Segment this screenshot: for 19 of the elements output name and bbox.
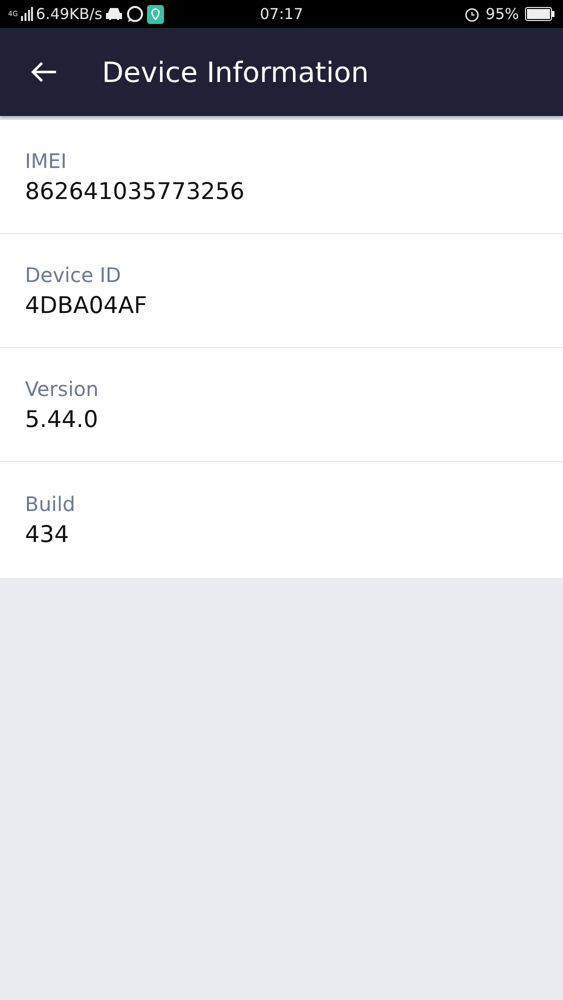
battery-percent: 95% xyxy=(486,5,520,23)
field-value: 862641035773256 xyxy=(25,178,246,204)
network-speed: 6.49KB/s xyxy=(36,5,102,23)
field-label: IMEI xyxy=(25,148,68,172)
field-value: 434 xyxy=(25,522,70,548)
location-app-icon xyxy=(147,4,164,24)
field-value: 4DBA04AF xyxy=(25,292,148,318)
alarm-icon xyxy=(464,6,480,22)
chat-icon xyxy=(126,5,144,23)
field-label: Version xyxy=(25,376,100,400)
battery-icon xyxy=(525,7,556,21)
field-value: 5.44.0 xyxy=(25,406,100,432)
field-label: Build xyxy=(25,492,76,516)
back-arrow-icon xyxy=(31,61,57,83)
signal-icon xyxy=(20,7,33,21)
field-label: Device ID xyxy=(25,262,122,286)
car-icon xyxy=(105,7,124,21)
page-title: Device Information xyxy=(102,56,369,88)
clock-time: 07:17 xyxy=(260,5,304,23)
